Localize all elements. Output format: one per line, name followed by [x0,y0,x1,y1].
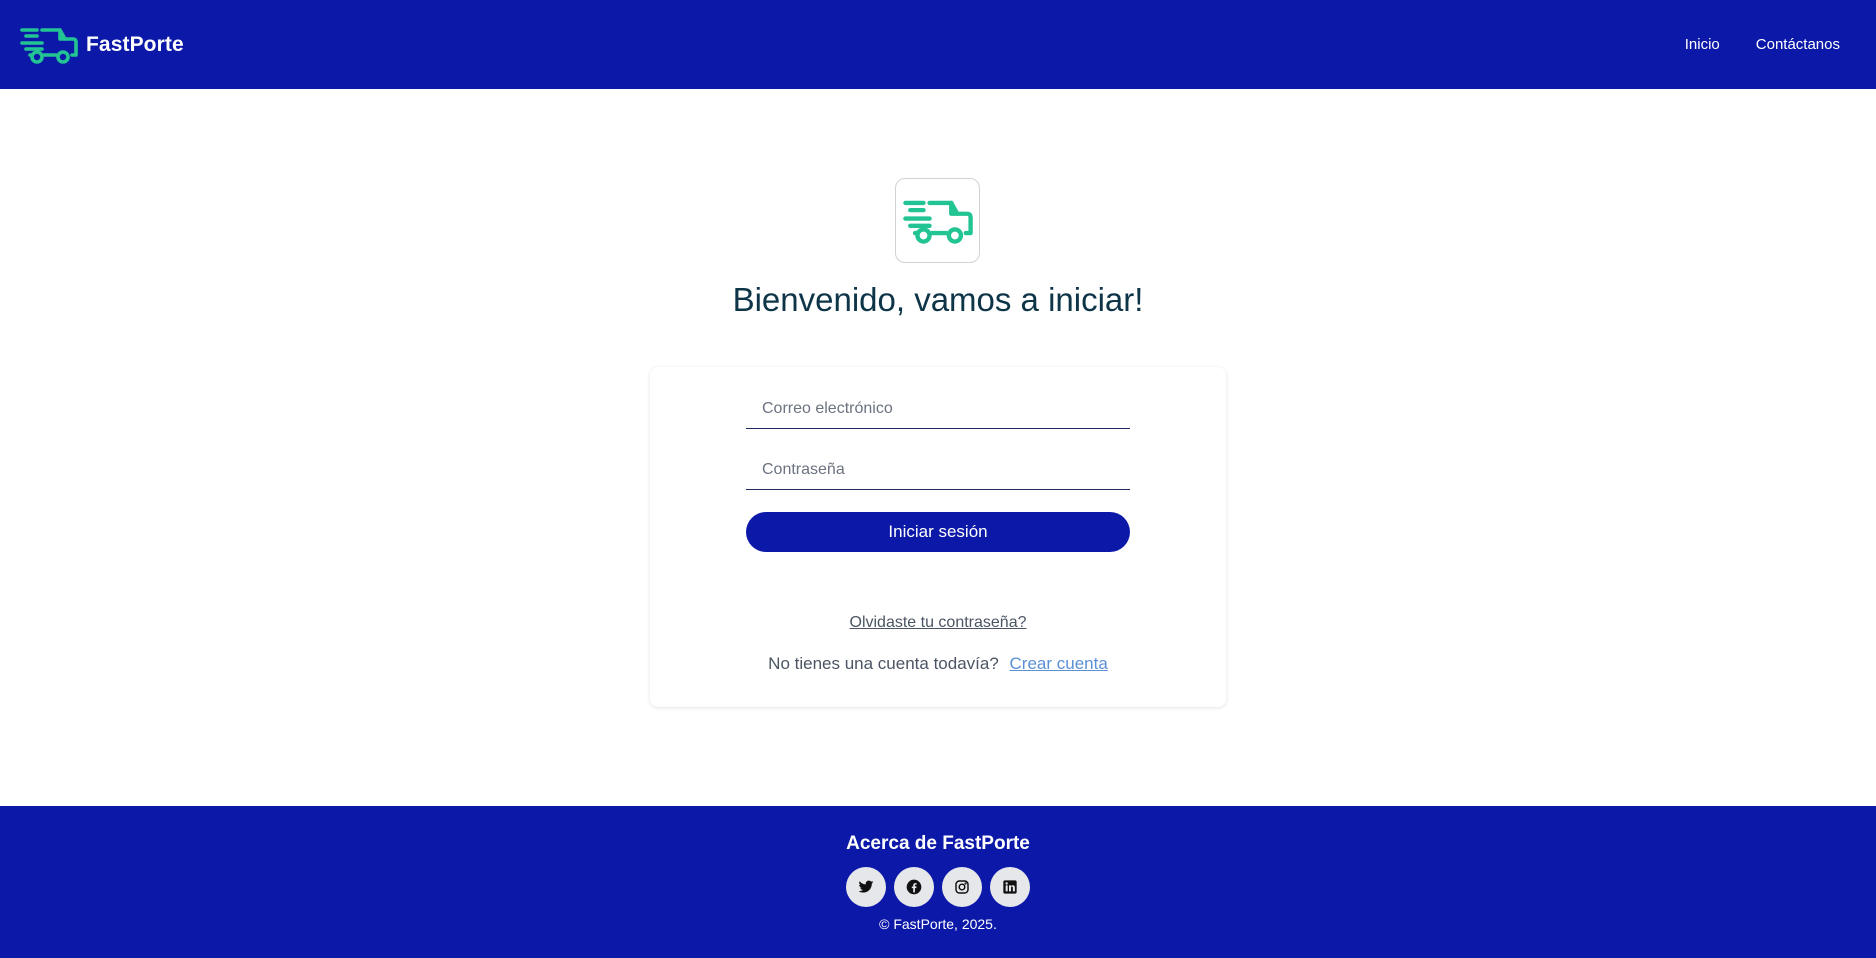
welcome-heading: Bienvenido, vamos a iniciar! [732,281,1144,318]
login-button[interactable]: Iniciar sesión [746,512,1130,552]
twitter-button[interactable] [846,867,886,907]
linkedin-icon [1003,880,1017,894]
password-field[interactable] [746,450,1130,490]
brand-name: FastPorte [86,32,184,56]
footer: Acerca de FastPorte © FastPorte, 2025. [0,806,1876,958]
facebook-button[interactable] [894,867,934,907]
no-account-text: No tienes una cuenta todavía? [768,654,999,673]
footer-title: Acerca de FastPorte [846,833,1030,854]
delivery-truck-icon [20,27,78,64]
signup-row: No tienes una cuenta todavía? Crear cuen… [650,654,1226,674]
facebook-icon [906,879,922,895]
brand-link[interactable]: FastPorte [20,24,184,66]
twitter-icon [858,880,874,893]
hero-logo-box [895,178,980,263]
instagram-button[interactable] [942,867,982,907]
email-field[interactable] [746,389,1130,429]
nav-link-contactanos[interactable]: Contáctanos [1756,36,1840,53]
forgot-password-link[interactable]: Olvidaste tu contraseña? [850,614,1027,631]
instagram-icon [955,880,969,894]
nav-links: Inicio Contáctanos [1685,36,1856,53]
copyright-text: © FastPorte, 2025. [879,916,997,932]
main-content: Bienvenido, vamos a iniciar! Iniciar ses… [0,89,1876,806]
linkedin-button[interactable] [990,867,1030,907]
create-account-link[interactable]: Crear cuenta [1010,654,1108,673]
nav-link-inicio[interactable]: Inicio [1685,36,1720,53]
social-links [0,867,1876,907]
navbar: FastPorte Inicio Contáctanos [0,0,1876,89]
delivery-truck-icon [902,200,973,244]
forgot-row: Olvidaste tu contraseña? [650,614,1226,632]
